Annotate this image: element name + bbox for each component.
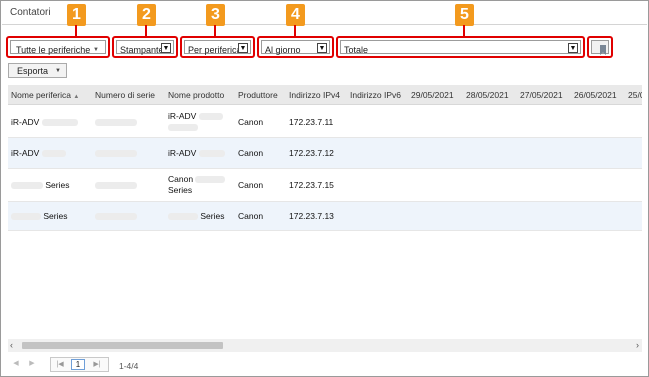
column-header-date[interactable]: 26/05/2021: [574, 90, 617, 100]
chevron-right-icon[interactable]: ›: [636, 340, 639, 350]
export-label: Esporta: [17, 66, 49, 76]
column-header-ipv6[interactable]: Indirizzo IPv6: [350, 90, 401, 100]
device-name-cell: iR-ADV: [11, 117, 78, 128]
table-row[interactable]: iR-ADV iR-ADV Canon 172.23.7.12: [8, 138, 642, 169]
serial-cell: [95, 148, 137, 159]
title-divider: [2, 24, 647, 25]
callout-badge-1: 1: [67, 4, 86, 26]
column-header-device-name[interactable]: Nome periferica ▲: [11, 90, 79, 100]
manufacturer-cell: Canon: [238, 148, 264, 158]
callout-badge-3: 3: [206, 4, 225, 26]
device-name-cell: Series: [11, 180, 69, 191]
ipv4-cell: 172.23.7.11: [289, 117, 334, 127]
column-header-manufacturer[interactable]: Produttore: [238, 90, 278, 100]
column-header-date[interactable]: 25/05: [628, 90, 642, 100]
first-page-icon[interactable]: |◀: [54, 359, 66, 371]
device-name-cell: Series: [11, 211, 67, 222]
product-cell: iR-ADV: [168, 148, 225, 159]
ipv4-cell: 172.23.7.12: [289, 148, 334, 158]
manufacturer-cell: Canon: [238, 117, 264, 127]
table-row[interactable]: Series Canon Series Canon 172.23.7.15: [8, 169, 642, 202]
counters-window: Contatori 1 2 3 4 5 Tutte le periferiche…: [0, 0, 649, 377]
callout-badge-4: 4: [286, 4, 305, 26]
device-filter-dropdown[interactable]: Tutte le periferiche ▼: [6, 36, 110, 58]
table-row[interactable]: Series Series Canon 172.23.7.13: [8, 202, 642, 231]
product-cell: iR-ADV: [168, 111, 223, 133]
table-header: Nome periferica ▲ Numero di serie Nome p…: [8, 85, 642, 105]
manufacturer-cell: Canon: [238, 180, 264, 190]
serial-cell: [95, 180, 137, 191]
product-cell: Series: [168, 211, 224, 222]
device-filter-value: Tutte le periferiche: [16, 45, 91, 55]
table-row[interactable]: iR-ADV iR-ADV Canon 172.23.7.11: [8, 106, 642, 138]
bookmark-icon: [600, 45, 606, 55]
next-page-icon[interactable]: ▶: [26, 358, 38, 370]
callout-badge-5: 5: [455, 4, 474, 26]
chevron-down-icon: ▼: [55, 68, 61, 74]
manufacturer-cell: Canon: [238, 211, 264, 221]
previous-page-icon[interactable]: ◀: [10, 358, 22, 370]
period-value: Al giorno: [265, 45, 301, 55]
scrollbar-thumb[interactable]: [22, 342, 223, 349]
last-page-icon[interactable]: ▶|: [91, 359, 103, 371]
chevron-down-icon: ▼: [93, 47, 99, 53]
ipv4-cell: 172.23.7.13: [289, 211, 334, 221]
serial-cell: [95, 117, 137, 128]
device-type-value: Stampante: [120, 45, 164, 55]
chevron-down-icon: ▼: [161, 43, 171, 53]
chevron-down-icon: ▼: [238, 43, 248, 53]
horizontal-scrollbar[interactable]: ‹ ›: [8, 339, 642, 352]
column-header-date[interactable]: 28/05/2021: [466, 90, 509, 100]
grouping-value: Per periferica: [188, 45, 242, 55]
column-header-date[interactable]: 27/05/2021: [520, 90, 563, 100]
chevron-down-icon: ▼: [317, 43, 327, 53]
counter-select[interactable]: Totale ▼: [336, 36, 585, 58]
column-header-ipv4[interactable]: Indirizzo IPv4: [289, 90, 340, 100]
device-type-select[interactable]: Stampante ▼: [112, 36, 178, 58]
product-cell: Canon Series: [168, 174, 226, 196]
page-info: 1-4/4: [119, 361, 139, 371]
serial-cell: [95, 211, 137, 222]
device-name-cell: iR-ADV: [11, 148, 66, 159]
counter-value: Totale: [344, 45, 369, 55]
export-button[interactable]: Esporta ▼: [8, 63, 67, 78]
column-header-serial[interactable]: Numero di serie: [95, 90, 155, 100]
ipv4-cell: 172.23.7.15: [289, 180, 334, 190]
chevron-left-icon[interactable]: ‹: [10, 340, 13, 350]
callout-badge-2: 2: [137, 4, 156, 26]
current-page[interactable]: 1: [71, 359, 85, 370]
page-selector: |◀ 1 ▶|: [50, 357, 109, 372]
column-header-date[interactable]: 29/05/2021: [411, 90, 454, 100]
sort-ascending-icon: ▲: [73, 94, 80, 100]
bookmark-button[interactable]: [587, 36, 613, 58]
column-header-product[interactable]: Nome prodotto: [168, 90, 224, 100]
period-select[interactable]: Al giorno ▼: [257, 36, 334, 58]
grouping-select[interactable]: Per periferica ▼: [180, 36, 255, 58]
pagination: ◀ ▶ |◀ 1 ▶| 1-4/4: [8, 355, 642, 373]
window-title: Contatori: [10, 7, 51, 18]
chevron-down-icon: ▼: [568, 43, 578, 53]
